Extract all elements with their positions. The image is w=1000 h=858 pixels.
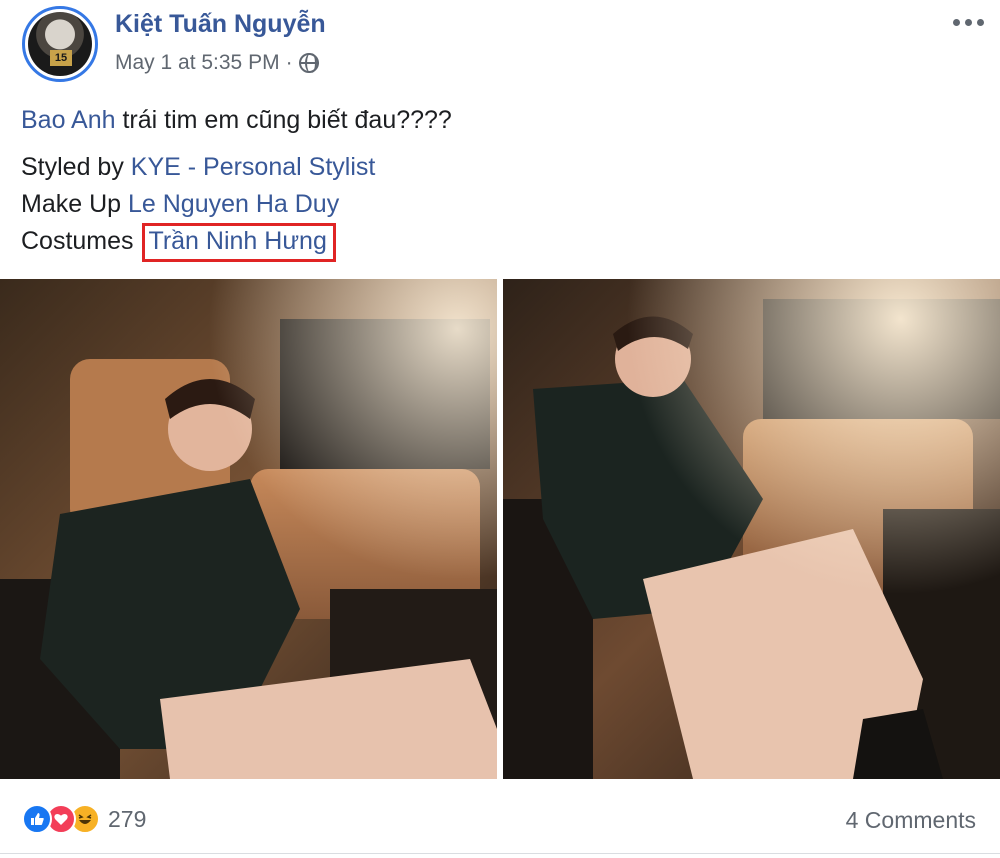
tag-le-nguyen-ha-duy[interactable]: Le Nguyen Ha Duy (128, 190, 339, 218)
photo-left[interactable] (0, 279, 497, 779)
post-line-2: Styled by KYE - Personal Stylist (21, 149, 981, 186)
styled-by-label: Styled by (21, 153, 131, 181)
make-up-label: Make Up (21, 190, 128, 218)
timestamp[interactable]: May 1 at 5:35 PM (115, 51, 280, 75)
tag-bao-anh[interactable]: Bao Anh (21, 106, 116, 134)
post-line-3: Make Up Le Nguyen Ha Duy (21, 186, 981, 223)
photo-right[interactable] (503, 279, 1000, 779)
reactions-summary[interactable]: 279 (22, 804, 146, 834)
like-icon (22, 804, 52, 834)
post-header: 15 Kiệt Tuấn Nguyễn May 1 at 5:35 PM · (0, 0, 1000, 96)
avatar-image: 15 (28, 12, 92, 76)
photo-right-image (503, 279, 1000, 779)
highlight-box: Trần Ninh Hưng (142, 223, 336, 262)
reaction-count: 279 (108, 805, 147, 832)
tag-tran-ninh-hung[interactable]: Trần Ninh Hưng (148, 227, 326, 255)
meta-separator: · (285, 51, 293, 74)
comments-link[interactable]: 4 Comments (846, 807, 976, 834)
globe-icon[interactable] (298, 53, 319, 73)
avatar-badge: 15 (50, 50, 72, 66)
post-line-1: Bao Anh trái tim em cũng biết đau???? (21, 102, 981, 139)
more-options-icon[interactable] (950, 14, 986, 30)
post-footer: 279 4 Comments (0, 790, 1000, 858)
tag-kye-stylist[interactable]: KYE - Personal Stylist (131, 153, 376, 181)
footer-divider (0, 853, 1000, 854)
costumes-label: Costumes (21, 227, 141, 255)
post-meta: May 1 at 5:35 PM · (115, 51, 319, 75)
author-name[interactable]: Kiệt Tuấn Nguyễn (115, 10, 326, 39)
photo-left-image (0, 279, 497, 779)
post-line-1-text: trái tim em cũng biết đau???? (115, 106, 452, 134)
post-text: Bao Anh trái tim em cũng biết đau???? St… (21, 102, 981, 262)
avatar[interactable]: 15 (22, 6, 98, 82)
post-line-4: Costumes Trần Ninh Hưng (21, 223, 981, 262)
